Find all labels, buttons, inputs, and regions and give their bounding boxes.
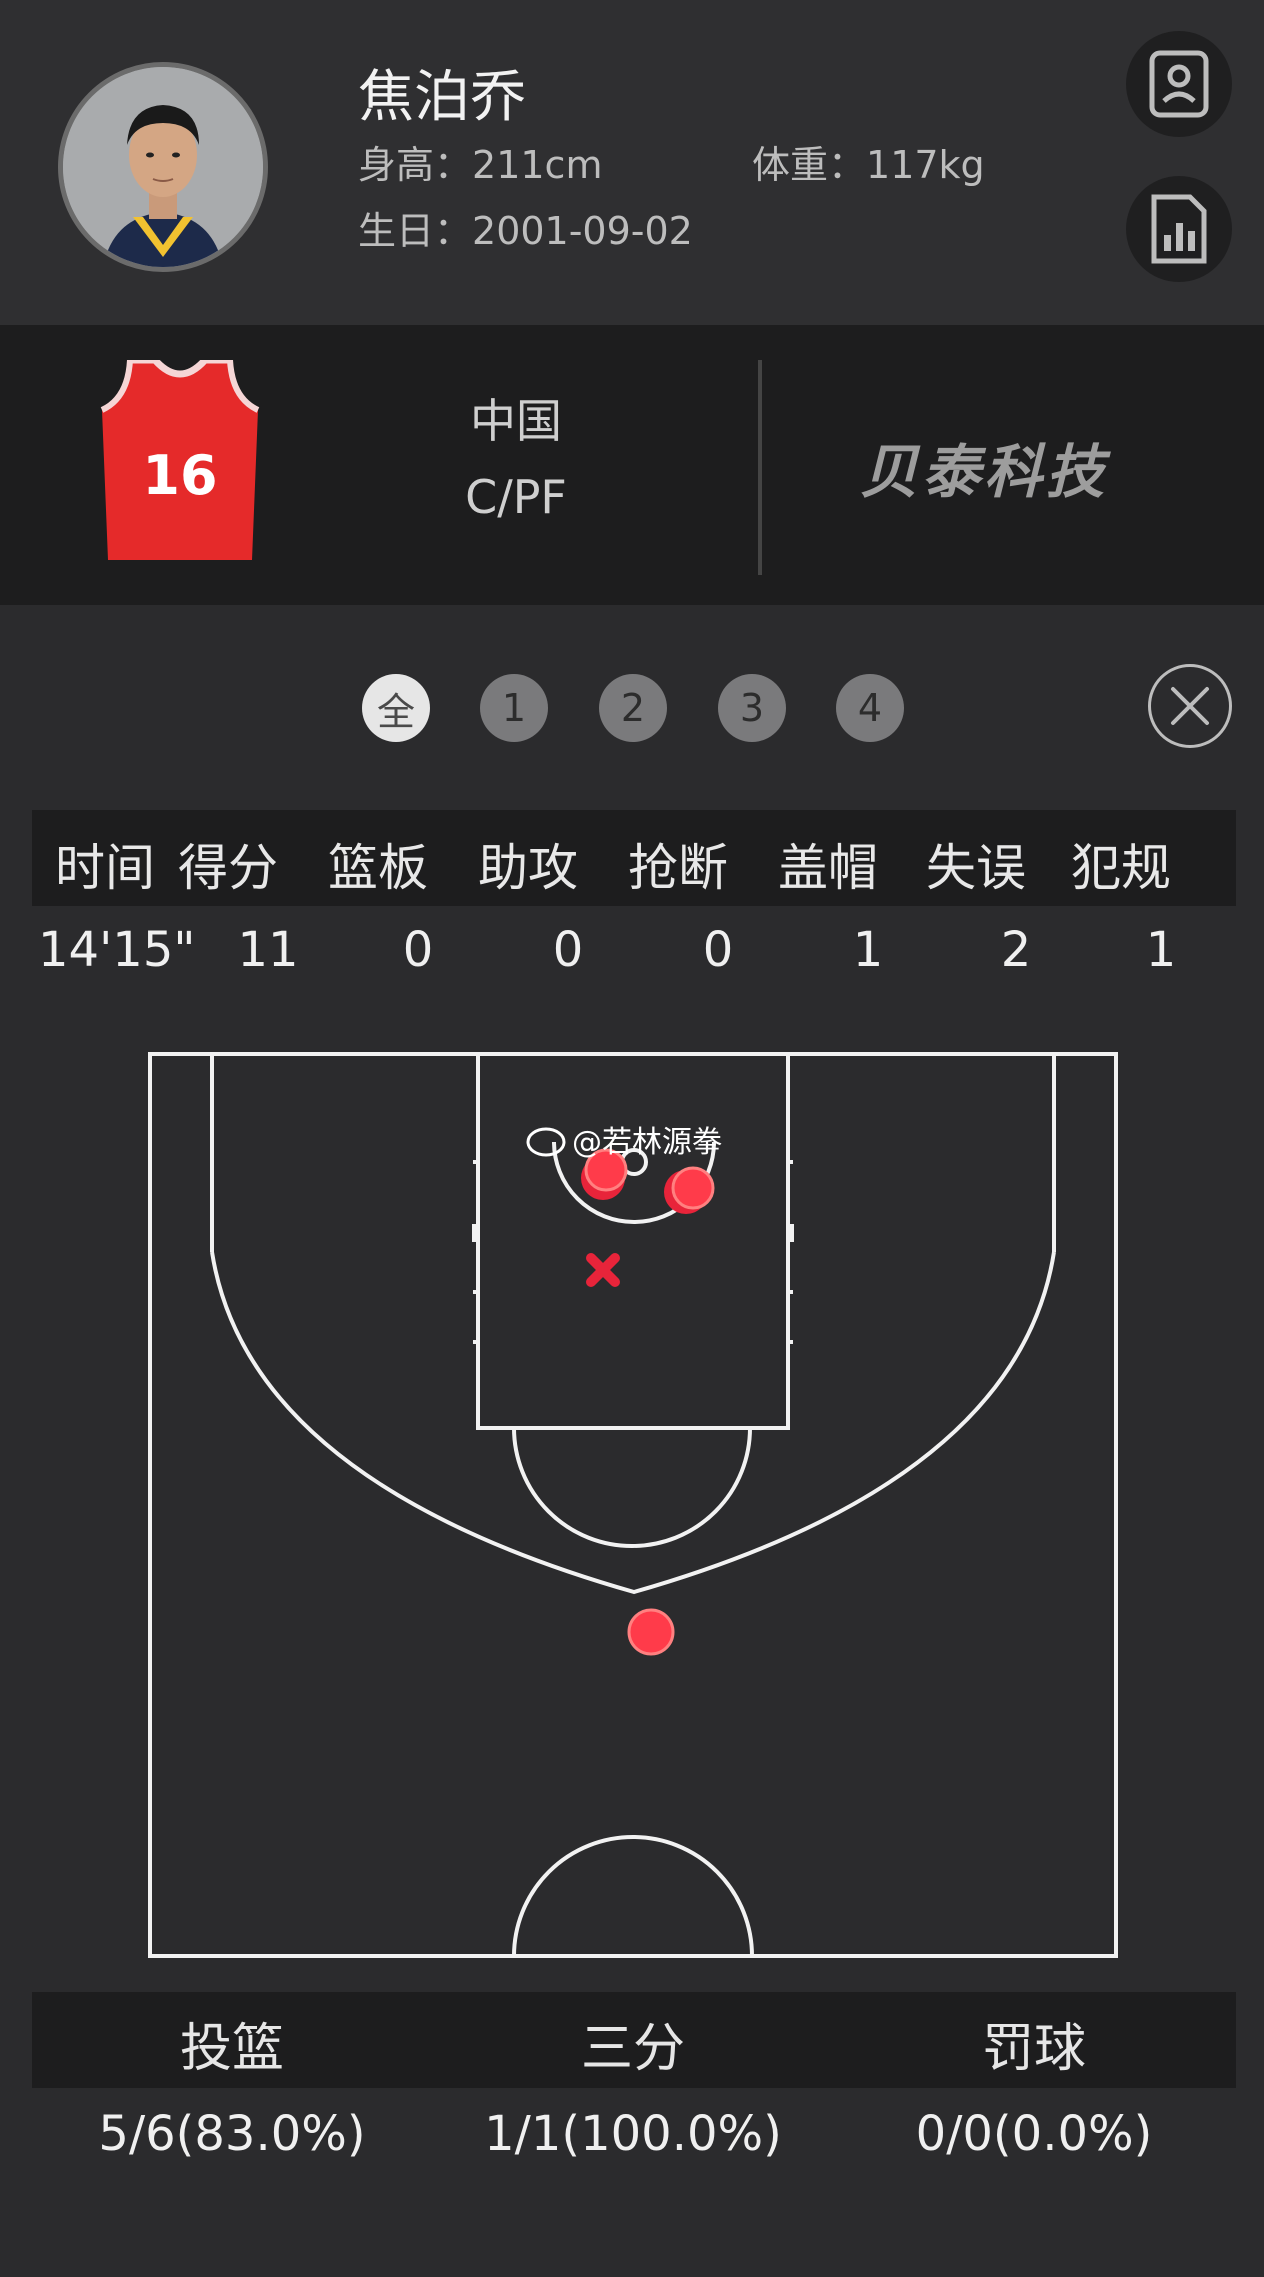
stat-value-steals: 0 [702, 922, 734, 978]
profile-card-button[interactable] [1126, 31, 1232, 137]
shooting-header-row: 投篮 三分 罚球 [32, 1992, 1236, 2088]
stat-value-blocks: 1 [852, 922, 884, 978]
stat-header-blocks: 盖帽 [778, 839, 878, 897]
shooting-value-ft: 0/0(0.0%) [915, 2106, 1153, 2162]
shooting-value-fg: 5/6(83.0%) [98, 2106, 366, 2162]
birthday-info: 生日：2001-09-02 [358, 200, 693, 255]
tab-quarter-4[interactable]: 4 [836, 674, 904, 742]
profile-card-icon [1149, 50, 1209, 118]
stat-header-fouls: 犯规 [1071, 839, 1171, 897]
close-icon [1171, 687, 1209, 725]
shooting-header-3pt: 三分 [580, 2019, 685, 2079]
stat-header-points: 得分 [178, 839, 278, 897]
jersey: 16 [100, 356, 260, 560]
stats-report-icon [1151, 194, 1207, 264]
stat-header-rebounds: 篮板 [328, 839, 428, 897]
made-shot-marker [627, 1608, 675, 1656]
made-shot-marker [671, 1166, 715, 1210]
paint-area [476, 1052, 790, 1430]
missed-shot-marker [586, 1253, 620, 1287]
tab-quarter-2[interactable]: 2 [599, 674, 667, 742]
jersey-number: 16 [142, 444, 218, 507]
weight-info: 体重：117kg [752, 134, 985, 189]
made-shots [581, 1148, 715, 1656]
shot-chart-court: @若林源拳 [148, 1052, 1118, 1958]
free-throw-circle [512, 1427, 752, 1548]
weibo-icon [526, 1127, 566, 1157]
stat-header-steals: 抢断 [628, 839, 728, 897]
watermark: @若林源拳 [526, 1125, 722, 1160]
stat-value-turnovers: 2 [1000, 922, 1032, 978]
birthday-label: 生日： [358, 209, 473, 253]
brand-logo: 贝泰科技 [860, 438, 1109, 506]
stats-header-row: 时间 得分 篮板 助攻 抢断 盖帽 失误 犯规 [32, 810, 1236, 906]
stat-value-time: 14'15" [38, 922, 196, 978]
tab-all[interactable]: 全 [362, 674, 430, 742]
tab-quarter-3[interactable]: 3 [718, 674, 786, 742]
stat-value-points: 11 [237, 922, 299, 978]
three-point-arc [210, 1251, 1056, 1595]
shooting-header-fg: 投篮 [179, 2019, 284, 2079]
weight-value: 117kg [866, 143, 985, 187]
stat-value-assists: 0 [552, 922, 584, 978]
height-info: 身高：211cm [358, 134, 602, 189]
shooting-header-ft: 罚球 [981, 2019, 1086, 2079]
height-value: 211cm [472, 143, 603, 187]
team-divider [758, 360, 762, 575]
stat-value-rebounds: 0 [402, 922, 434, 978]
birthday-value: 2001-09-02 [472, 209, 693, 253]
country: 中国 [470, 394, 562, 448]
court-boundary [148, 1052, 1118, 1958]
player-avatar [58, 62, 268, 272]
player-name: 焦泊乔 [358, 65, 526, 130]
center-circle-half [512, 1835, 754, 1957]
shooting-value-3pt: 1/1(100.0%) [484, 2106, 782, 2162]
height-label: 身高： [358, 143, 473, 187]
weight-label: 体重： [752, 143, 867, 187]
player-photo [63, 67, 263, 267]
stats-report-button[interactable] [1126, 176, 1232, 282]
stat-value-fouls: 1 [1145, 922, 1177, 978]
position: C/PF [465, 470, 567, 524]
stat-header-turnovers: 失误 [926, 839, 1026, 897]
close-button[interactable] [1148, 664, 1232, 748]
stat-header-assists: 助攻 [478, 839, 578, 897]
tab-quarter-1[interactable]: 1 [480, 674, 548, 742]
watermark-text: @若林源拳 [572, 1125, 722, 1160]
